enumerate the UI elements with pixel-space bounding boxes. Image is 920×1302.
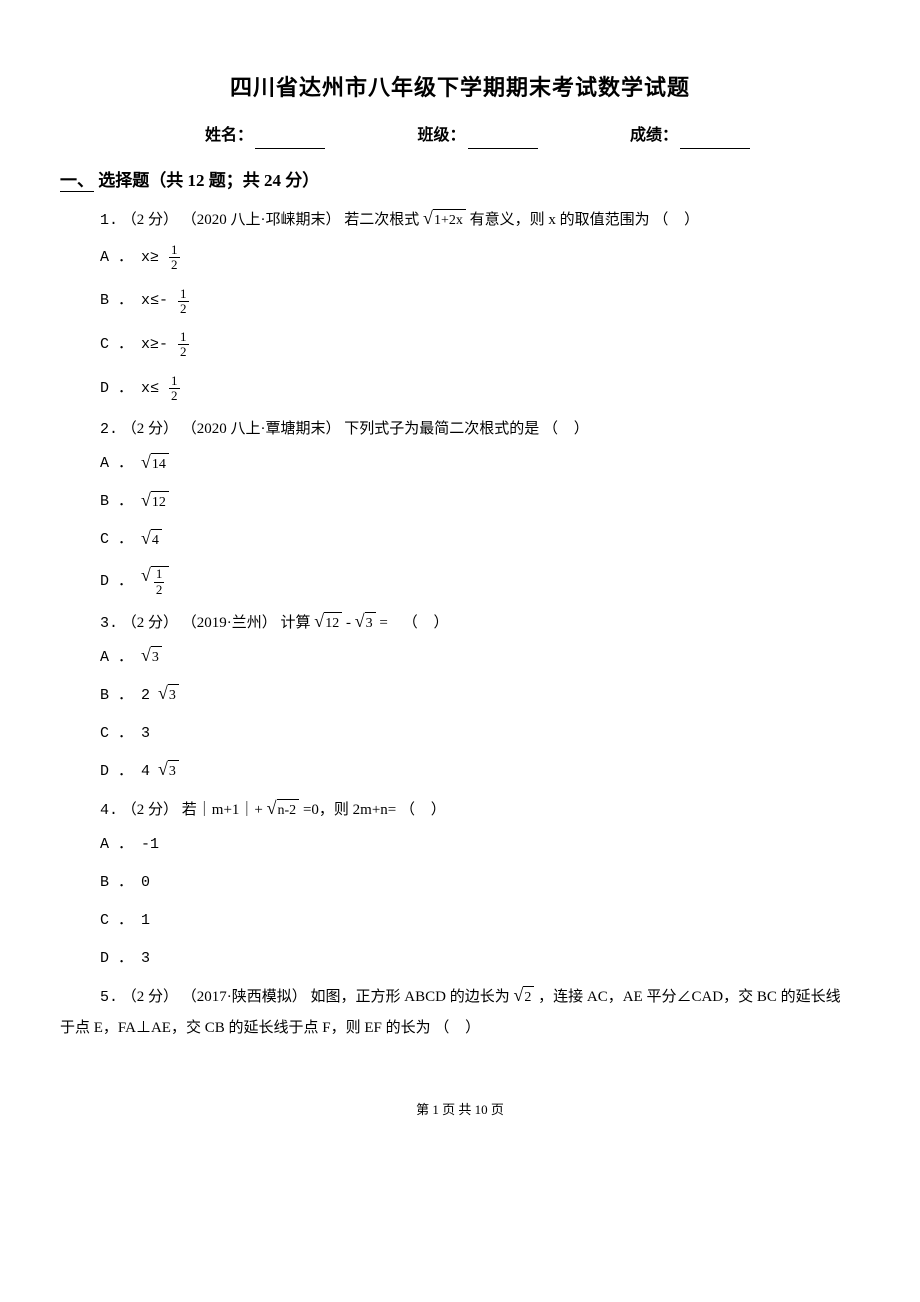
q4-option-b: B ． 0 <box>100 871 860 895</box>
fraction-icon: 12 <box>169 374 180 404</box>
q1-option-a: A ． x≥ 12 <box>100 243 860 273</box>
section-text: 选择题（共 12 题；共 24 分） <box>98 171 319 190</box>
fraction-icon: 12 <box>178 330 189 360</box>
score-label: 成绩： <box>630 123 678 149</box>
radical-icon: √3 <box>141 646 162 669</box>
q1-stem: 1. （2 分） （2020 八上·邛崃期末） 若二次根式 √1+2x 有意义，… <box>100 208 860 233</box>
q2-option-a: A ． √14 <box>100 452 860 476</box>
class-field: 班级： <box>417 123 537 149</box>
q2-option-b: B ． √12 <box>100 490 860 514</box>
q1-option-c: C ． x≥- 12 <box>100 330 860 360</box>
question-3: 3. （2 分） （2019·兰州） 计算 √12 - √3 = （ ） A ．… <box>100 611 860 784</box>
question-4: 4. （2 分） 若｜m+1｜+ √n-2 =0，则 2m+n= （ ） A ．… <box>100 798 860 971</box>
q1-source: （2020 八上·邛崃期末） <box>182 212 341 228</box>
radical-icon: √3 <box>355 612 376 635</box>
q3-option-a: A ． √3 <box>100 646 860 670</box>
radical-icon: √4 <box>141 529 162 552</box>
q1-option-b: B ． x≤- 12 <box>100 287 860 317</box>
question-1: 1. （2 分） （2020 八上·邛崃期末） 若二次根式 √1+2x 有意义，… <box>100 208 860 403</box>
question-5-cont: 于点 E，FA⊥AE，交 CB 的延长线于点 F，则 EF 的长为 （ ） <box>60 1016 860 1040</box>
radical-icon: √12 <box>141 566 169 597</box>
q2-option-d: D ． √12 <box>100 566 860 597</box>
radical-icon: √14 <box>141 453 169 476</box>
answer-blank: （ ） <box>543 417 595 441</box>
section-prefix: 一、 <box>60 171 94 192</box>
fraction-icon: 12 <box>169 243 180 273</box>
q1-text-b: 有意义，则 x 的取值范围为 <box>470 212 650 228</box>
score-blank[interactable] <box>680 130 750 149</box>
q4-option-c: C ． 1 <box>100 909 860 933</box>
question-5: 5. （2 分） （2017·陕西模拟） 如图，正方形 ABCD 的边长为 √2… <box>100 985 860 1010</box>
section-1-heading: 一、 选择题（共 12 题；共 24 分） <box>60 167 860 194</box>
fraction-icon: 12 <box>178 287 189 317</box>
page-title: 四川省达州市八年级下学期期末考试数学试题 <box>60 70 860 105</box>
q3-option-b: B ． 2 √3 <box>100 684 860 708</box>
q4-option-a: A ． -1 <box>100 833 860 857</box>
radical-icon: √3 <box>158 760 179 783</box>
q2-stem: 2. （2 分） （2020 八上·覃塘期末） 下列式子为最简二次根式的是 （ … <box>100 417 860 442</box>
q2-option-c: C ． √4 <box>100 528 860 552</box>
answer-blank: （ ） <box>400 798 452 822</box>
radical-icon: √3 <box>158 684 179 707</box>
score-field: 成绩： <box>630 123 750 149</box>
student-info-line: 姓名： 班级： 成绩： <box>60 123 860 149</box>
q3-option-d: D ． 4 √3 <box>100 760 860 784</box>
q4-option-d: D ． 3 <box>100 947 860 971</box>
answer-blank: （ ） <box>434 1016 486 1040</box>
name-field: 姓名： <box>205 123 325 149</box>
answer-blank: （ ） <box>653 208 705 232</box>
q3-stem: 3. （2 分） （2019·兰州） 计算 √12 - √3 = （ ） <box>100 611 860 636</box>
radical-icon: √12 <box>314 612 342 635</box>
q1-num: 1. <box>100 212 118 229</box>
name-label: 姓名： <box>205 123 253 149</box>
q1-text-a: 若二次根式 <box>344 212 419 228</box>
radical-icon: √1+2x <box>423 209 466 232</box>
class-blank[interactable] <box>468 130 538 149</box>
radical-icon: √2 <box>513 986 534 1009</box>
q1-points: （2 分） <box>122 212 178 228</box>
question-2: 2. （2 分） （2020 八上·覃塘期末） 下列式子为最简二次根式的是 （ … <box>100 417 860 597</box>
page-footer: 第 1 页 共 10 页 <box>60 1100 860 1121</box>
q4-stem: 4. （2 分） 若｜m+1｜+ √n-2 =0，则 2m+n= （ ） <box>100 798 860 823</box>
radical-icon: √12 <box>141 491 169 514</box>
q3-option-c: C ． 3 <box>100 722 860 746</box>
answer-blank: （ ） <box>403 611 455 635</box>
class-label: 班级： <box>417 123 465 149</box>
name-blank[interactable] <box>255 130 325 149</box>
radical-icon: √n-2 <box>267 799 300 822</box>
q1-option-d: D ． x≤ 12 <box>100 374 860 404</box>
